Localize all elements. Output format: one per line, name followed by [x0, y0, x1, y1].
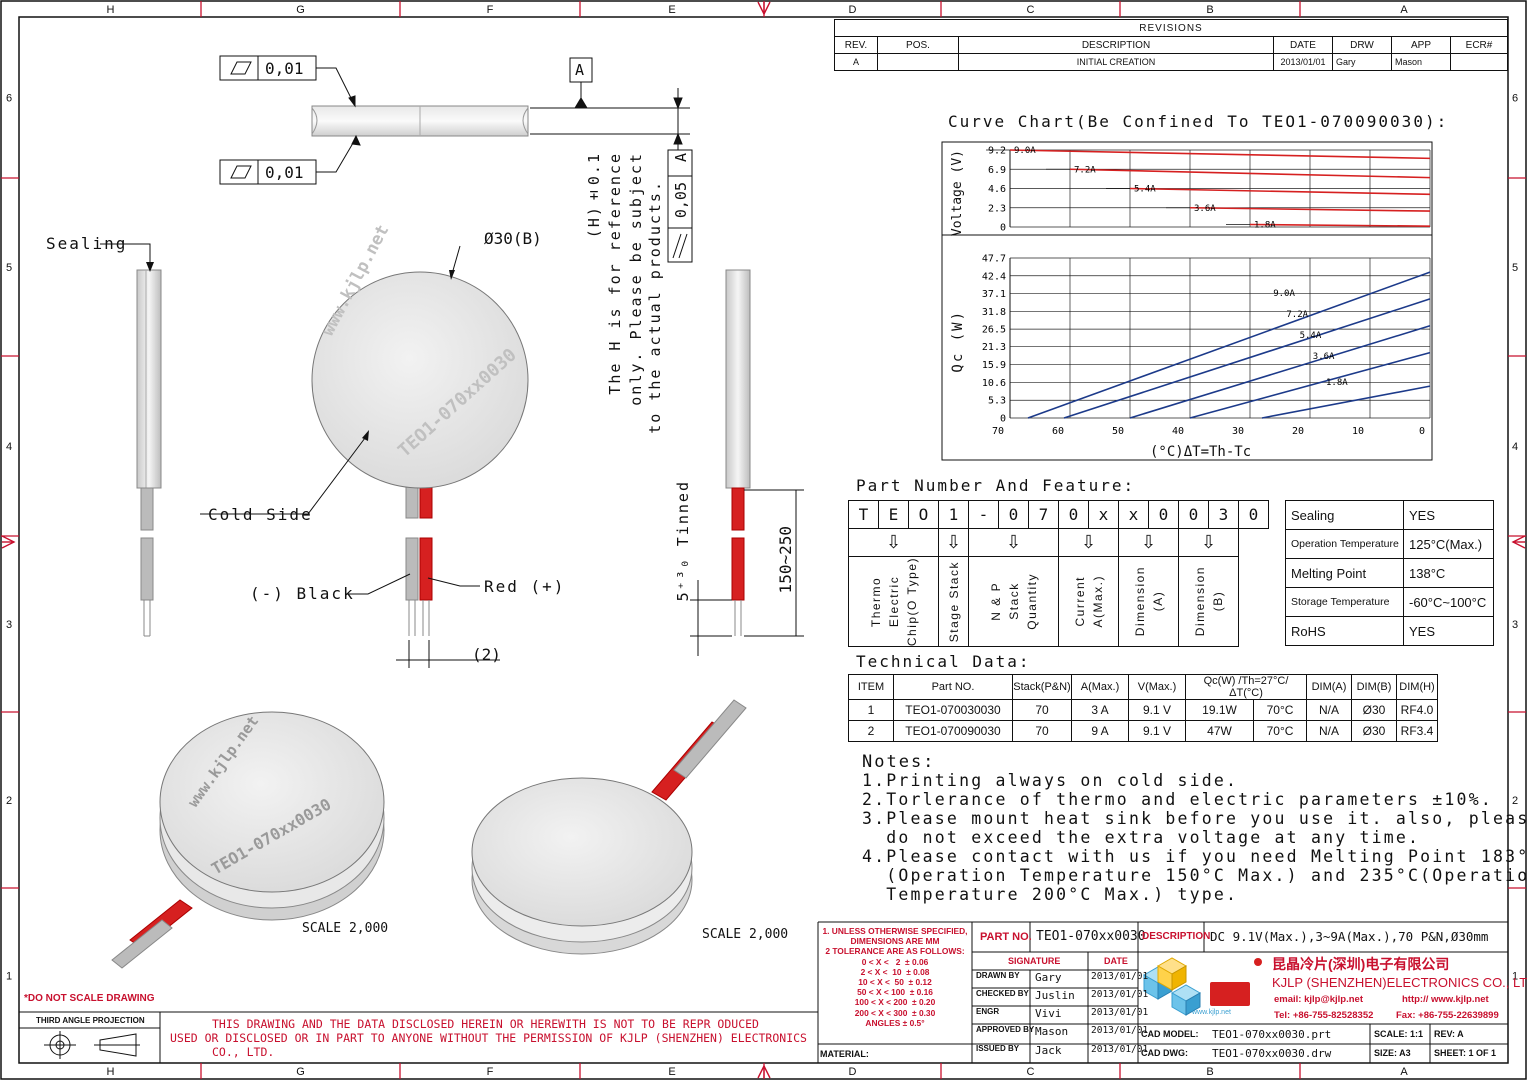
tolerance-notes: 1. UNLESS OTHERWISE SPECIFIED, DIMENSIONS…: [820, 926, 970, 1028]
signature-role: ENGR: [976, 1007, 1000, 1016]
tolerance-line: 100 < X < 200 ± 0.20: [854, 997, 936, 1008]
signature-name: Mason: [1035, 1025, 1069, 1038]
company-name-en: KJLP (SHENZHEN)ELECTRONICS CO., LTD: [1272, 975, 1527, 990]
signature-name: Jack: [1035, 1044, 1062, 1057]
tolerance-line: 0 < X < 2 ± 0.06: [861, 956, 929, 967]
company-name-cn: 昆晶冷片(深圳)电子有限公司: [1272, 956, 1450, 972]
do-not-scale: *DO NOT SCALE DRAWING: [24, 993, 155, 1004]
tolerance-line: 200 < X < 300 ± 0.30: [854, 1007, 936, 1018]
signature-role: CHECKED BY: [976, 989, 1029, 998]
company-web: http:// www.kjlp.net: [1402, 994, 1489, 1005]
cad-dwg-value: TEO1-070xx0030.drw: [1212, 1047, 1332, 1060]
disclaimer-3: CO., LTD.: [212, 1045, 275, 1059]
part-no-label: PART NO.: [980, 931, 1032, 943]
cad-model-label: CAD MODEL:: [1141, 1029, 1199, 1039]
company-email: email: kjlp@kjlp.net: [1274, 994, 1363, 1005]
description-value: DC 9.1V(Max.),3~9A(Max.),70 P&N,Ø30mm: [1210, 929, 1489, 944]
tolerance-line: DIMENSIONS ARE MM: [850, 936, 940, 947]
rev-value: REV: A: [1434, 1029, 1464, 1039]
material-label: MATERIAL:: [820, 1049, 869, 1059]
signature-date: 2013/01/01: [1091, 1044, 1149, 1055]
company-fax: Fax: +86-755-22639899: [1396, 1010, 1499, 1021]
date-header: DATE: [1104, 956, 1128, 966]
signature-name: Gary: [1035, 971, 1062, 984]
projection-label: THIRD ANGLE PROJECTION: [36, 1016, 145, 1025]
tolerance-line: 2 TOLERANCE ARE AS FOLLOWS:: [825, 946, 965, 957]
part-no-value: TEO1-070xx0030: [1036, 929, 1146, 944]
description-label: DESCRIPTION: [1142, 931, 1211, 942]
tolerance-line: 10 < X < 50 ± 0.12: [858, 977, 932, 988]
cad-dwg-label: CAD DWG:: [1141, 1048, 1188, 1058]
scale-value: SCALE: 1:1: [1374, 1029, 1424, 1039]
signature-role: ISSUED BY: [976, 1044, 1020, 1053]
tolerance-line: 50 < X < 100 ± 0.16: [857, 987, 933, 998]
signature-role: APPROVED BY: [976, 1025, 1035, 1034]
tolerance-line: ANGLES ± 0.5°: [865, 1017, 925, 1028]
disclaimer-1: THIS DRAWING AND THE DATA DISCLOSED HERE…: [212, 1017, 759, 1031]
size-value: SIZE: A3: [1374, 1048, 1411, 1058]
signature-date: 2013/01/01: [1091, 971, 1149, 982]
signature-role: DRAWN BY: [976, 971, 1020, 980]
projection-symbol: [44, 1031, 140, 1059]
signature-date: 2013/01/01: [1091, 1025, 1149, 1036]
company-tel: Tel: +86-755-82528352: [1274, 1010, 1374, 1021]
signature-name: Juslin: [1035, 989, 1075, 1002]
signature-date: 2013/01/01: [1091, 1007, 1149, 1018]
logo-url: www.kjlp.net: [1192, 1009, 1231, 1016]
signature-header: SIGNATURE: [1008, 956, 1061, 966]
tolerance-line: 2 < X < 10 ± 0.08: [860, 966, 930, 977]
signature-name: Vivi: [1035, 1007, 1062, 1020]
disclaimer-2: USED OR DISCLOSED OR IN PART TO ANYONE W…: [170, 1031, 807, 1045]
cad-model-value: TEO1-070xx0030.prt: [1212, 1028, 1332, 1041]
title-block-lines: [19, 921, 1508, 1063]
signature-date: 2013/01/01: [1091, 989, 1149, 1000]
company-logo: [1142, 957, 1262, 1016]
tolerance-line: 1. UNLESS OTHERWISE SPECIFIED,: [822, 926, 968, 936]
sheet-value: SHEET: 1 OF 1: [1434, 1048, 1497, 1058]
